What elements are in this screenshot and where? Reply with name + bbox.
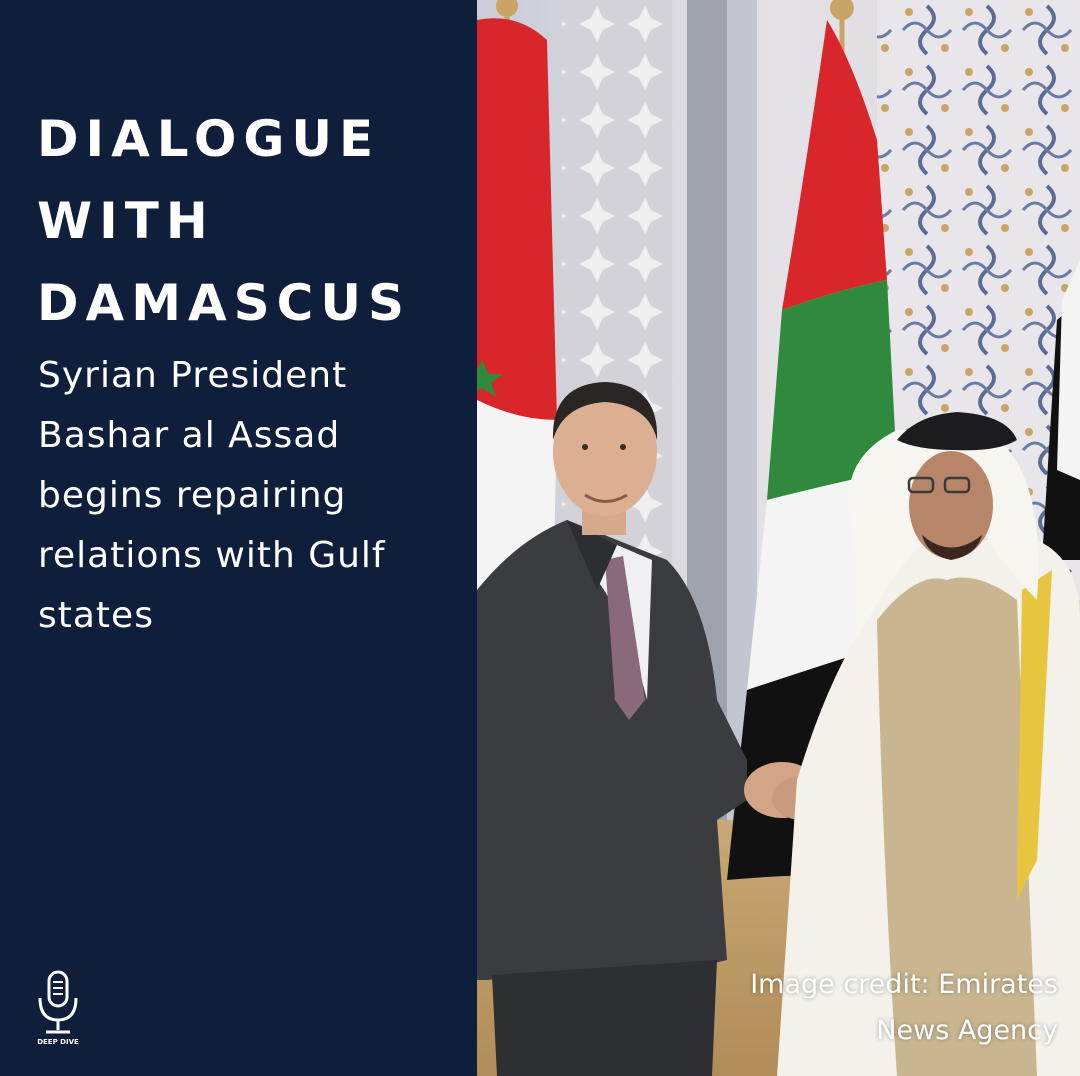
headline: DIALOGUE WITH DAMASCUS [37, 98, 411, 344]
subheadline: Syrian President Bashar al Assad begins … [38, 355, 386, 636]
photo-handshake: Image credit: Emirates News Agency [477, 0, 1080, 1076]
headline-line-3: DAMASCUS [37, 274, 411, 332]
podcast-logo: DEEP DIVE [30, 968, 86, 1058]
photo-illustration [477, 0, 1080, 1076]
post-card: DIALOGUE WITH DAMASCUS Syrian President … [0, 0, 1080, 1076]
headline-line-2: WITH [37, 192, 215, 250]
image-credit: Image credit: Emirates News Agency [678, 962, 1058, 1054]
image-credit-line-1: Image credit: Emirates [750, 969, 1058, 1000]
microphone-icon [38, 970, 78, 1034]
headline-line-1: DIALOGUE [37, 110, 381, 168]
image-credit-line-2: News Agency [876, 1015, 1058, 1046]
text-panel: DIALOGUE WITH DAMASCUS Syrian President … [0, 0, 477, 1076]
logo-text: DEEP DIVE [37, 1038, 79, 1046]
